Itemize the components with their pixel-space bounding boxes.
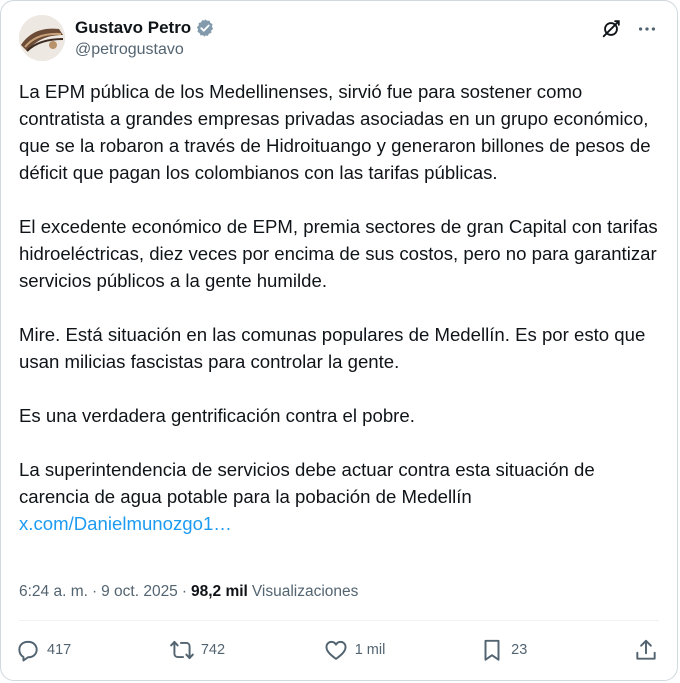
bookmark-button[interactable]: 23 xyxy=(479,637,539,663)
user-block: Gustavo Petro @petrogustavo xyxy=(75,17,215,59)
verified-badge-icon[interactable] xyxy=(195,18,215,38)
tweet-link[interactable]: x.com/Danielmunozgo1… xyxy=(19,513,232,534)
tweet-paragraph-2: El excedente económico de EPM, premia se… xyxy=(19,216,658,291)
reply-count: 417 xyxy=(47,642,72,658)
heart-icon xyxy=(325,640,347,660)
header-actions xyxy=(599,17,659,41)
divider xyxy=(19,620,659,621)
share-icon xyxy=(636,639,656,660)
reply-button[interactable]: 417 xyxy=(15,637,75,663)
tweet-meta: 6:24 a. m. · 9 oct. 2025 · 98,2 mil Visu… xyxy=(19,583,358,601)
meta-separator: · xyxy=(181,583,187,600)
bookmark-icon xyxy=(484,639,500,661)
avatar[interactable] xyxy=(19,15,65,61)
meta-separator: · xyxy=(91,583,98,600)
user-handle[interactable]: @petrogustavo xyxy=(75,41,215,59)
like-count: 1 mil xyxy=(354,642,386,658)
like-button[interactable]: 1 mil xyxy=(323,637,386,663)
tweet-paragraph-4: Es una verdadera gentrificación contra e… xyxy=(19,405,415,426)
views-count[interactable]: 98,2 mil xyxy=(191,583,248,601)
name-row: Gustavo Petro xyxy=(75,17,215,39)
tweet-date[interactable]: 9 oct. 2025 xyxy=(101,583,178,601)
action-bar: 417 742 1 mil 23 xyxy=(15,633,659,667)
repost-count: 742 xyxy=(200,642,226,658)
tweet-paragraph-5-text: La superintendencia de servicios debe ac… xyxy=(19,459,595,507)
more-icon[interactable] xyxy=(635,17,659,41)
tweet-header: Gustavo Petro @petrogustavo xyxy=(19,15,659,65)
views-label[interactable]: Visualizaciones xyxy=(252,583,359,601)
repost-icon xyxy=(170,640,194,660)
bookmark-count: 23 xyxy=(511,642,528,658)
tweet-time[interactable]: 6:24 a. m. xyxy=(19,583,88,601)
reply-icon xyxy=(18,640,38,662)
grok-icon[interactable] xyxy=(599,17,623,41)
tweet-paragraph-3: Mire. Está situación en las comunas popu… xyxy=(19,324,646,372)
share-button[interactable] xyxy=(633,637,659,663)
tweet-card: Gustavo Petro @petrogustavo La EPM públi… xyxy=(0,0,678,681)
tweet-paragraph-5: La superintendencia de servicios debe ac… xyxy=(19,456,659,537)
tweet-paragraph-1: La EPM pública de los Medellinenses, sir… xyxy=(19,81,651,183)
tweet-text: La EPM pública de los Medellinenses, sir… xyxy=(19,78,659,537)
repost-button[interactable]: 742 xyxy=(169,637,229,663)
display-name[interactable]: Gustavo Petro xyxy=(75,18,191,38)
avatar-image xyxy=(19,15,65,61)
